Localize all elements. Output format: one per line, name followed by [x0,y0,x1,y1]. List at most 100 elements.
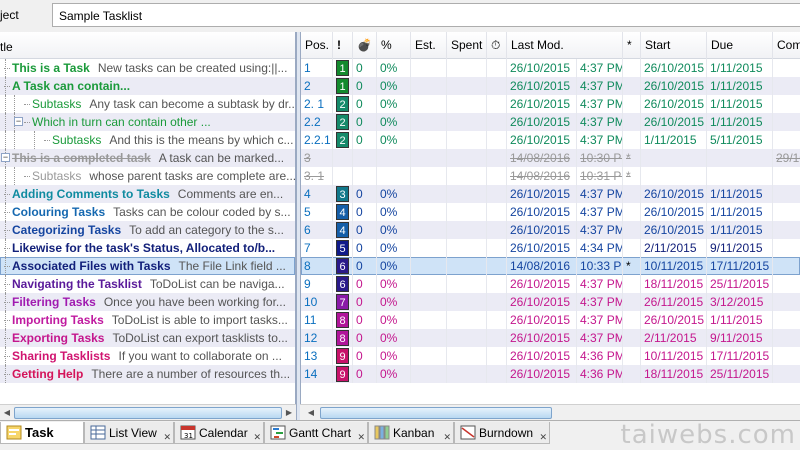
grid-row[interactable]: 1 1 0 0% 26/10/2015 4:37 PM 26/10/2015 1/11/201… [301,59,800,77]
grid-row[interactable]: 3 14/08/201610:30 PM* 29/10 [301,149,800,167]
task-title[interactable]: Sharing Tasklists If you want to collabor… [12,347,282,365]
tree-row[interactable]: − Which in turn can contain other ... [0,113,295,131]
priority-badge[interactable]: 3 [336,186,349,202]
task-title[interactable]: Subtasks And this is the means by which c… [52,131,293,149]
grid-row[interactable]: 5 4 0 0% 26/10/2015 4:37 PM 26/10/2015 1/11/201… [301,203,800,221]
grid-horizontal-scrollbar[interactable]: ◀ [300,404,800,420]
tree-row[interactable]: Importing Tasks ToDoList is able to impor… [0,311,295,329]
task-title[interactable]: Filtering Tasks Once you have been workin… [12,293,286,311]
grid-row[interactable]: 2.2 2 0 0% 26/10/2015 4:37 PM 26/10/2015 1/11/2… [301,113,800,131]
project-name-field[interactable]: Sample Tasklist [52,3,800,27]
grid-row[interactable]: 9 6 0 0% 26/10/2015 4:37 PM 18/11/2015 25/11/20… [301,275,800,293]
task-title[interactable]: Adding Comments to Tasks Comments are en.… [12,185,283,203]
tree-row[interactable]: Getting Help There are a number of resour… [0,365,295,383]
scroll-left-icon[interactable]: ◀ [304,407,318,419]
tree-row[interactable]: Adding Comments to Tasks Comments are en.… [0,185,295,203]
tree-row[interactable]: Subtasks whose parent tasks are complete … [0,167,295,185]
tree-row[interactable]: Exporting Tasks ToDoList can export taskl… [0,329,295,347]
task-title[interactable]: This is a completed task A task can be ma… [12,149,284,167]
scroll-left-icon[interactable]: ◀ [0,407,14,419]
grid-scroll-thumb[interactable] [320,407,552,419]
task-title[interactable]: Colouring Tasks Tasks can be colour coded… [12,203,291,221]
tree-row[interactable]: Subtasks Any task can become a subtask by… [0,95,295,113]
tree-row[interactable]: Colouring Tasks Tasks can be colour coded… [0,203,295,221]
close-icon[interactable]: ✕ [443,426,451,448]
task-title[interactable]: Subtasks whose parent tasks are complete … [32,167,295,185]
priority-badge[interactable]: 9 [336,366,349,382]
grid-row[interactable]: 3. 1 14/08/201610:31 PM* [301,167,800,185]
tree-horizontal-scrollbar[interactable]: ◀ ▶ [0,404,296,420]
priority-badge[interactable]: 6 [336,276,349,292]
task-title[interactable]: Getting Help There are a number of resour… [12,365,290,383]
priority-badge[interactable]: 5 [336,240,349,256]
lastmod-column-header[interactable]: Last Mod. [507,32,623,59]
task-title[interactable]: Likewise for the task's Status, Allocate… [12,239,275,257]
start-column-header[interactable]: Start [641,32,707,59]
tab-list-view[interactable]: List View ✕ [84,422,174,444]
grid-row[interactable]: 13 9 0 0% 26/10/2015 4:36 PM 10/11/2015 17/11/2… [301,347,800,365]
close-icon[interactable]: ✕ [539,426,547,448]
task-title[interactable]: Navigating the Tasklist ToDoList can be n… [12,275,285,293]
tree-header[interactable]: tle [0,32,295,59]
priority-badge[interactable]: 1 [336,60,349,76]
estimate-column-header[interactable]: Est. [411,32,447,59]
tab-gantt-chart[interactable]: Gantt Chart ✕ [264,422,368,444]
tab-kanban[interactable]: Kanban ✕ [368,422,454,444]
close-icon[interactable]: ✕ [357,426,365,448]
tree-scroll-thumb[interactable] [14,407,282,419]
grid-row[interactable]: 6 4 0 0% 26/10/2015 4:37 PM 26/10/2015 1/11/201… [301,221,800,239]
tab-burndown[interactable]: Burndown ✕ [454,422,550,444]
priority-badge[interactable]: 6 [336,258,349,274]
priority-badge[interactable]: 8 [336,312,349,328]
completed-column-header[interactable]: Com [773,32,800,59]
tree-row[interactable]: Subtasks And this is the means by which c… [0,131,295,149]
task-title[interactable]: Associated Files with Tasks The File Link… [12,257,286,275]
task-title[interactable]: This is a Task New tasks can be created u… [12,59,287,77]
priority-badge[interactable]: 2 [336,132,349,148]
task-title[interactable]: Subtasks Any task can become a subtask by… [32,95,295,113]
tree-row[interactable]: Filtering Tasks Once you have been workin… [0,293,295,311]
grid-row[interactable]: 10 7 0 0% 26/10/2015 4:37 PM 26/11/2015 3/12/20… [301,293,800,311]
scroll-right-icon[interactable]: ▶ [282,407,296,419]
tree-row[interactable]: Associated Files with Tasks The File Link… [0,257,295,275]
grid-row[interactable]: 14 9 0 0% 26/10/2015 4:36 PM 18/11/2015 25/11/2… [301,365,800,383]
tree-row[interactable]: This is a Task New tasks can be created u… [0,59,295,77]
tree-row[interactable]: Navigating the Tasklist ToDoList can be n… [0,275,295,293]
grid-row[interactable]: 2.2.1 2 0 0% 26/10/2015 4:37 PM 1/11/2015 5/11/… [301,131,800,149]
grid-row[interactable]: 2. 1 2 0 0% 26/10/2015 4:37 PM 26/10/2015 1/11/… [301,95,800,113]
priority-badge[interactable]: 1 [336,78,349,94]
grid-row[interactable]: 11 8 0 0% 26/10/2015 4:37 PM 26/10/2015 1/11/20… [301,311,800,329]
tree-row[interactable]: Sharing Tasklists If you want to collabor… [0,347,295,365]
task-title[interactable]: A Task can contain... [12,77,130,95]
tree-row[interactable]: Categorizing Tasks To add an category to … [0,221,295,239]
priority-badge[interactable]: 2 [336,114,349,130]
pos-column-header[interactable]: Pos. [301,32,333,59]
flag-column-header[interactable]: * [623,32,641,59]
task-title[interactable]: Importing Tasks ToDoList is able to impor… [12,311,288,329]
tab-task-tree[interactable]: Task Tree [0,422,84,450]
percent-column-header[interactable]: % [377,32,411,59]
grid-row[interactable]: 4 3 0 0% 26/10/2015 4:37 PM 26/10/2015 1/11/201… [301,185,800,203]
priority-badge[interactable]: 2 [336,96,349,112]
tree-row[interactable]: A Task can contain... [0,77,295,95]
priority-column-header[interactable]: ! [333,32,353,59]
clock-icon[interactable]: ⏱ [487,32,507,59]
due-column-header[interactable]: Due [707,32,773,59]
spent-column-header[interactable]: Spent [447,32,487,59]
tab-calendar[interactable]: 31 Calendar ✕ [174,422,264,444]
priority-badge[interactable]: 4 [336,222,349,238]
collapse-icon[interactable]: − [1,153,10,162]
task-title[interactable]: Categorizing Tasks To add an category to … [12,221,284,239]
grid-row[interactable]: 7 5 0 0% 26/10/2015 4:34 PM 2/11/2015 9/11/2015 [301,239,800,257]
close-icon[interactable]: ✕ [253,426,261,448]
close-icon[interactable]: ✕ [163,426,171,448]
risk-icon[interactable]: 💣 [353,32,377,59]
priority-badge[interactable]: 4 [336,204,349,220]
task-title[interactable]: Exporting Tasks ToDoList can export taskl… [12,329,288,347]
grid-row[interactable]: 2 1 0 0% 26/10/2015 4:37 PM 26/10/2015 1/11/201… [301,77,800,95]
priority-badge[interactable]: 7 [336,294,349,310]
tree-row[interactable]: − This is a completed task A task can be m… [0,149,295,167]
grid-row[interactable]: 8600% 14/08/201610:33 PM*10/11/201517/11/… [301,257,800,275]
grid-row[interactable]: 12 8 0 0% 26/10/2015 4:37 PM 2/11/2015 9/11/201… [301,329,800,347]
title-column-header[interactable]: tle [0,40,13,54]
